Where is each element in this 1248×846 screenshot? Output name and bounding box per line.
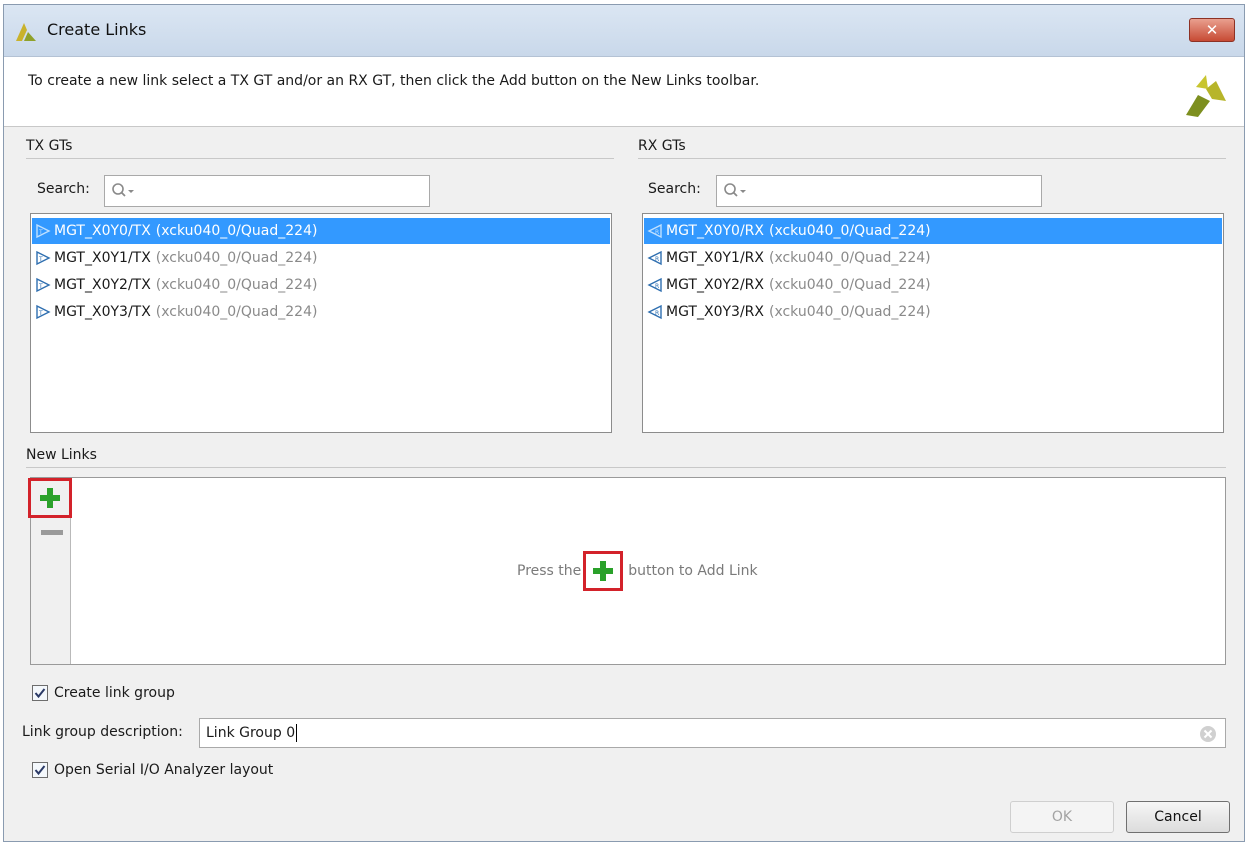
tx-gt-path: (xcku040_0/Quad_224) <box>155 277 318 293</box>
hint-plus-highlight <box>583 551 624 591</box>
xilinx-logo-icon <box>1186 75 1226 117</box>
link-group-description-value: Link Group 0 <box>206 725 296 741</box>
new-links-panel: Press the button to Add Link <box>28 477 1226 665</box>
svg-text:T: T <box>38 283 43 290</box>
rx-gt-list-item[interactable]: R MGT_X0Y2/RX (xcku040_0/Quad_224) <box>644 272 1222 298</box>
tx-transceiver-icon: T <box>36 304 51 320</box>
tx-transceiver-icon: T <box>36 223 51 239</box>
tx-transceiver-icon: T <box>36 250 51 266</box>
rx-gt-name: MGT_X0Y3/RX <box>666 304 764 320</box>
hint-text-before: Press the <box>517 563 582 579</box>
new-links-section-label: New Links <box>26 447 97 463</box>
cancel-button-label: Cancel <box>1154 809 1202 825</box>
rx-gt-path: (xcku040_0/Quad_224) <box>768 304 931 320</box>
create-link-group-checkbox[interactable] <box>32 685 48 701</box>
search-icon <box>724 183 746 197</box>
svg-text:T: T <box>38 256 43 263</box>
instruction-banner: To create a new link select a TX GT and/… <box>4 57 1244 127</box>
rx-gt-list[interactable]: R MGT_X0Y0/RX (xcku040_0/Quad_224) R MGT_X0Y… <box>642 213 1224 433</box>
rx-transceiver-icon: R <box>647 304 662 320</box>
text-caret <box>296 724 298 742</box>
tx-gt-path: (xcku040_0/Quad_224) <box>155 304 318 320</box>
tx-section-divider <box>26 158 614 159</box>
tx-gt-name: MGT_X0Y2/TX <box>54 277 151 293</box>
clear-input-icon[interactable] <box>1199 725 1217 743</box>
window-title: Create Links <box>47 20 147 39</box>
tx-gt-name: MGT_X0Y0/TX <box>54 223 151 239</box>
rx-gt-name: MGT_X0Y0/RX <box>666 223 764 239</box>
rx-search-label: Search: <box>648 181 701 197</box>
tx-transceiver-icon: T <box>36 277 51 293</box>
tx-gt-name: MGT_X0Y3/TX <box>54 304 151 320</box>
open-analyzer-checkbox[interactable] <box>32 762 48 778</box>
svg-text:R: R <box>655 256 659 263</box>
svg-text:R: R <box>655 310 659 317</box>
tx-search-label: Search: <box>37 181 90 197</box>
open-analyzer-option[interactable]: Open Serial I/O Analyzer layout <box>32 762 273 778</box>
svg-text:T: T <box>38 310 43 317</box>
rx-gt-path: (xcku040_0/Quad_224) <box>768 250 931 266</box>
rx-transceiver-icon: R <box>647 250 662 266</box>
open-analyzer-label: Open Serial I/O Analyzer layout <box>54 762 274 778</box>
rx-gt-name: MGT_X0Y1/RX <box>666 250 764 266</box>
cancel-button[interactable]: Cancel <box>1126 801 1230 833</box>
rx-section-label: RX GTs <box>638 138 686 154</box>
close-icon: ✕ <box>1205 21 1219 39</box>
rx-gt-list-item[interactable]: R MGT_X0Y3/RX (xcku040_0/Quad_224) <box>644 299 1222 325</box>
tx-gt-list-item[interactable]: T MGT_X0Y3/TX (xcku040_0/Quad_224) <box>32 299 610 325</box>
ok-button[interactable]: OK <box>1010 801 1114 833</box>
svg-text:R: R <box>655 229 659 236</box>
rx-transceiver-icon: R <box>647 277 662 293</box>
hint-text-after: button to Add Link <box>628 563 758 579</box>
instruction-text: To create a new link select a TX GT and/… <box>28 73 760 89</box>
tx-gt-list-item[interactable]: T MGT_X0Y1/TX (xcku040_0/Quad_224) <box>32 245 610 271</box>
tx-gt-path: (xcku040_0/Quad_224) <box>155 223 318 239</box>
tx-search-input[interactable] <box>104 175 430 207</box>
vivado-app-icon <box>16 23 36 41</box>
rx-gt-path: (xcku040_0/Quad_224) <box>768 277 931 293</box>
rx-gt-path: (xcku040_0/Quad_224) <box>768 223 931 239</box>
create-links-dialog: Create Links ✕ To create a new link sele… <box>3 4 1245 842</box>
close-button[interactable]: ✕ <box>1189 18 1235 42</box>
svg-text:T: T <box>38 229 43 236</box>
tx-gt-list-item[interactable]: T MGT_X0Y2/TX (xcku040_0/Quad_224) <box>32 272 610 298</box>
add-link-hint: Press the button to Add Link <box>517 551 758 591</box>
plus-icon <box>40 488 60 508</box>
rx-gt-list-item[interactable]: R MGT_X0Y1/RX (xcku040_0/Quad_224) <box>644 245 1222 271</box>
rx-search-input[interactable] <box>716 175 1042 207</box>
tx-gt-list[interactable]: T MGT_X0Y0/TX (xcku040_0/Quad_224) T MGT_X0Y… <box>30 213 612 433</box>
create-link-group-option[interactable]: Create link group <box>32 685 175 701</box>
rx-transceiver-icon: R <box>647 223 662 239</box>
remove-link-button[interactable] <box>41 530 63 535</box>
tx-gt-list-item[interactable]: T MGT_X0Y0/TX (xcku040_0/Quad_224) <box>32 218 610 244</box>
ok-button-label: OK <box>1051 809 1073 825</box>
new-links-toolbar <box>28 478 72 664</box>
tx-gt-name: MGT_X0Y1/TX <box>54 250 151 266</box>
svg-text:R: R <box>655 283 659 290</box>
checkmark-icon <box>34 688 46 699</box>
plus-icon <box>593 561 614 581</box>
link-group-description-label: Link group description: <box>22 724 183 740</box>
rx-gt-list-item[interactable]: R MGT_X0Y0/RX (xcku040_0/Quad_224) <box>644 218 1222 244</box>
add-link-button[interactable] <box>28 478 72 518</box>
rx-gt-name: MGT_X0Y2/RX <box>666 277 764 293</box>
tx-section-label: TX GTs <box>26 138 73 154</box>
checkmark-icon <box>34 765 46 776</box>
search-icon <box>112 183 134 197</box>
create-link-group-label: Create link group <box>54 685 175 701</box>
rx-section-divider <box>638 158 1226 159</box>
link-group-description-input[interactable]: Link Group 0 <box>199 718 1226 748</box>
title-bar: Create Links ✕ <box>4 5 1244 57</box>
tx-gt-path: (xcku040_0/Quad_224) <box>155 250 318 266</box>
new-links-divider <box>26 467 1226 468</box>
